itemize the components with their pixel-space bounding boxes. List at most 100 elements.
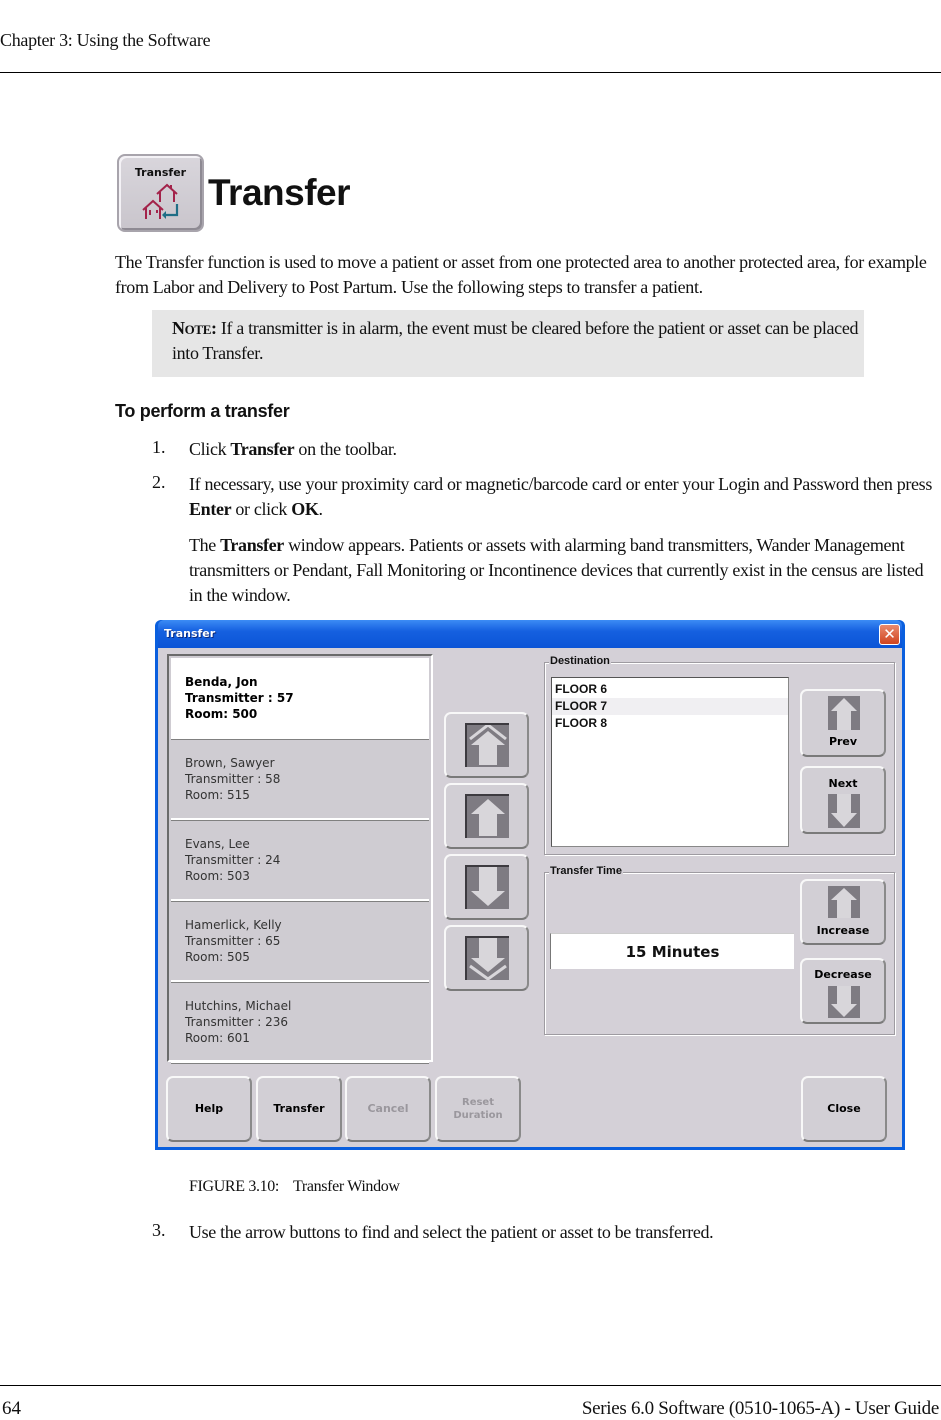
transfer-time-value: 15 Minutes — [550, 933, 794, 969]
patient-room: Room: 515 — [185, 788, 250, 802]
arrow-up-icon — [831, 888, 857, 918]
arrow-up-icon — [831, 698, 857, 730]
increase-label: Increase — [816, 924, 870, 937]
next-button[interactable]: Next — [800, 766, 886, 834]
arrow-tile — [828, 886, 860, 918]
patient-room: Room: 500 — [185, 707, 258, 721]
arrow-down-icon — [831, 986, 857, 1017]
patient-transmitter: Transmitter : 58 — [185, 772, 281, 786]
patient-transmitter: Transmitter : 24 — [185, 853, 281, 867]
patient-list-item[interactable]: Benda, Jon Transmitter : 57 Room: 500 — [171, 658, 429, 739]
step-2-number: 2. — [152, 472, 166, 492]
ui-term: OK — [291, 499, 319, 519]
destination-list-item[interactable]: FLOOR 8 — [552, 715, 788, 732]
decrease-button[interactable]: Decrease — [800, 958, 886, 1024]
ui-term: Transfer — [230, 439, 295, 459]
transfer-time-legend: Transfer Time — [549, 865, 623, 877]
reset-label-line2: Duration — [453, 1110, 503, 1121]
footer-title: Series 6.0 Software (0510-1065-A) - User… — [581, 1398, 939, 1419]
step-2-text: If necessary, use your proximity card or… — [189, 472, 934, 522]
ui-term: Enter — [189, 499, 232, 519]
footer-rule — [0, 1385, 941, 1386]
section-title: Transfer — [208, 172, 351, 213]
patient-name: Hamerlick, Kelly — [185, 918, 282, 932]
patient-name: Evans, Lee — [185, 837, 250, 851]
window-title-bar[interactable]: Transfer ✕ — [158, 620, 902, 648]
transfer-toolbar-icon: Transfer — [117, 154, 204, 232]
arrow-tile — [828, 696, 860, 730]
patient-transmitter: Transmitter : 236 — [185, 1015, 289, 1029]
patient-list-item[interactable]: Evans, Lee Transmitter : 24 Room: 503 — [171, 820, 429, 901]
next-label: Next — [828, 777, 858, 790]
step-text-run: If necessary, use your proximity card or… — [189, 474, 932, 494]
window-title: Transfer — [164, 627, 216, 640]
patient-name: Hutchins, Michael — [185, 999, 292, 1013]
transfer-button[interactable]: Transfer — [256, 1076, 342, 1142]
patient-transmitter: Transmitter : 57 — [185, 691, 294, 705]
transfer-window: Transfer ✕ Benda, Jon Transmitter : 57 Roo… — [155, 620, 905, 1150]
page-up-button[interactable] — [444, 712, 529, 778]
close-button[interactable]: Close — [801, 1076, 887, 1142]
patient-list-item[interactable]: Hutchins, Michael Transmitter : 236 Room: … — [171, 982, 429, 1063]
patient-name: Benda, Jon — [185, 675, 258, 689]
increase-button[interactable]: Increase — [800, 879, 886, 945]
close-icon[interactable]: ✕ — [879, 624, 900, 645]
toolbar-icon-label: Transfer — [134, 166, 187, 179]
scroll-up-button[interactable] — [444, 783, 529, 849]
reset-label-line1: Reset — [462, 1097, 494, 1108]
destination-group: Destination FLOOR 6 FLOOR 7 FLOOR 8 Prev N… — [544, 655, 895, 855]
figure-title: Transfer Window — [293, 1178, 400, 1195]
patient-room: Room: 601 — [185, 1031, 250, 1045]
prev-button[interactable]: Prev — [800, 689, 886, 757]
step-1-number: 1. — [152, 437, 166, 457]
cancel-button[interactable]: Cancel — [345, 1076, 431, 1142]
destination-legend: Destination — [549, 655, 611, 667]
step-3-text: Use the arrow buttons to find and select… — [189, 1222, 714, 1242]
step-1-text: Click Transfer on the toolbar. — [189, 437, 934, 462]
transfer-time-group: Transfer Time 15 Minutes Increase Decrea… — [544, 865, 895, 1035]
figure-number: FIGURE 3.10: — [189, 1178, 280, 1195]
step-text-run: or click — [231, 499, 292, 519]
note-box: Note: If a transmitter is in alarm, the … — [152, 310, 864, 377]
step-text-run: The — [189, 535, 221, 555]
step-text-run: . — [318, 499, 324, 519]
patient-room: Room: 505 — [185, 950, 250, 964]
step-text-run: Click — [189, 439, 231, 459]
scroll-down-button[interactable] — [444, 854, 529, 920]
arrow-tile — [828, 794, 860, 828]
step-3-number: 3. — [152, 1220, 166, 1240]
destination-list[interactable]: FLOOR 6 FLOOR 7 FLOOR 8 — [551, 677, 789, 847]
patient-room: Room: 503 — [185, 869, 250, 883]
intro-paragraph: The Transfer function is used to move a … — [115, 252, 927, 297]
transfer-house-icon — [142, 183, 179, 219]
reset-duration-button[interactable]: Reset Duration — [435, 1076, 521, 1142]
header-rule — [0, 72, 941, 73]
patient-list-item[interactable]: Hamerlick, Kelly Transmitter : 65 Room: 50… — [171, 901, 429, 982]
destination-list-item[interactable]: FLOOR 6 — [552, 681, 788, 698]
arrow-up-icon — [470, 799, 505, 836]
step-text-run: on the toolbar. — [294, 439, 397, 459]
step-2-result: The Transfer window appears. Patients or… — [189, 533, 934, 608]
page-down-button[interactable] — [444, 925, 529, 991]
figure-caption: FIGURE 3.10: Transfer Window — [189, 1174, 400, 1199]
patient-list-item[interactable]: Brown, Sawyer Transmitter : 58 Room: 515 — [171, 739, 429, 820]
running-header: Chapter 3: Using the Software — [0, 30, 211, 50]
double-arrow-down-icon — [468, 938, 507, 980]
double-arrow-up-icon — [468, 725, 507, 765]
page-number: 64 — [2, 1398, 21, 1419]
ui-term: Transfer — [220, 535, 284, 555]
prev-label: Prev — [828, 735, 858, 748]
patient-name: Brown, Sawyer — [185, 756, 275, 770]
patient-list[interactable]: Benda, Jon Transmitter : 57 Room: 500 Brown… — [167, 654, 433, 1063]
arrow-down-icon — [831, 794, 857, 827]
destination-list-item[interactable]: FLOOR 7 — [552, 698, 788, 715]
window-body: Benda, Jon Transmitter : 57 Room: 500 Brown… — [158, 648, 902, 1147]
note-text: If a transmitter is in alarm, the event … — [172, 318, 859, 363]
procedure-title: To perform a transfer — [115, 401, 290, 421]
patient-transmitter: Transmitter : 65 — [185, 934, 281, 948]
arrow-down-icon — [470, 867, 505, 906]
decrease-label: Decrease — [814, 968, 872, 981]
arrow-tile — [828, 986, 860, 1018]
help-button[interactable]: Help — [166, 1076, 252, 1142]
note-label: Note: — [172, 318, 217, 338]
